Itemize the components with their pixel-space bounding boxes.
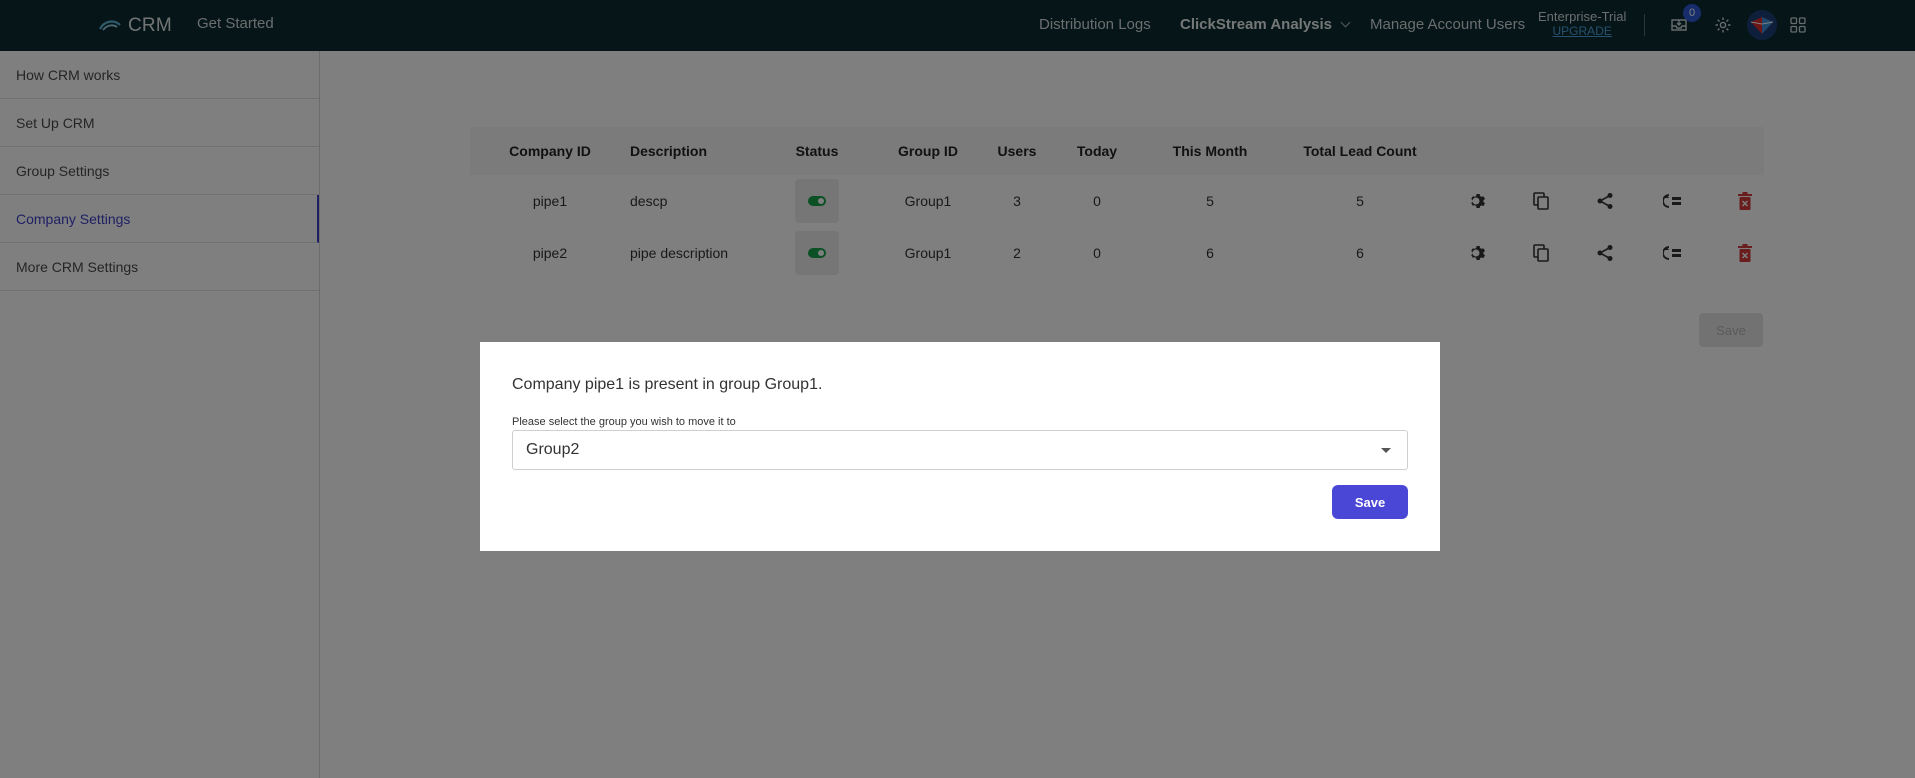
dialog-save-button[interactable]: Save [1332,485,1408,519]
group-select[interactable]: Group2 [512,430,1408,470]
dialog-message: Company pipe1 is present in group Group1… [512,376,823,393]
caret-down-icon [1381,448,1391,453]
group-select-label: Please select the group you wish to move… [512,416,736,428]
move-group-dialog: Company pipe1 is present in group Group1… [480,342,1440,551]
group-select-value: Group2 [526,441,580,458]
